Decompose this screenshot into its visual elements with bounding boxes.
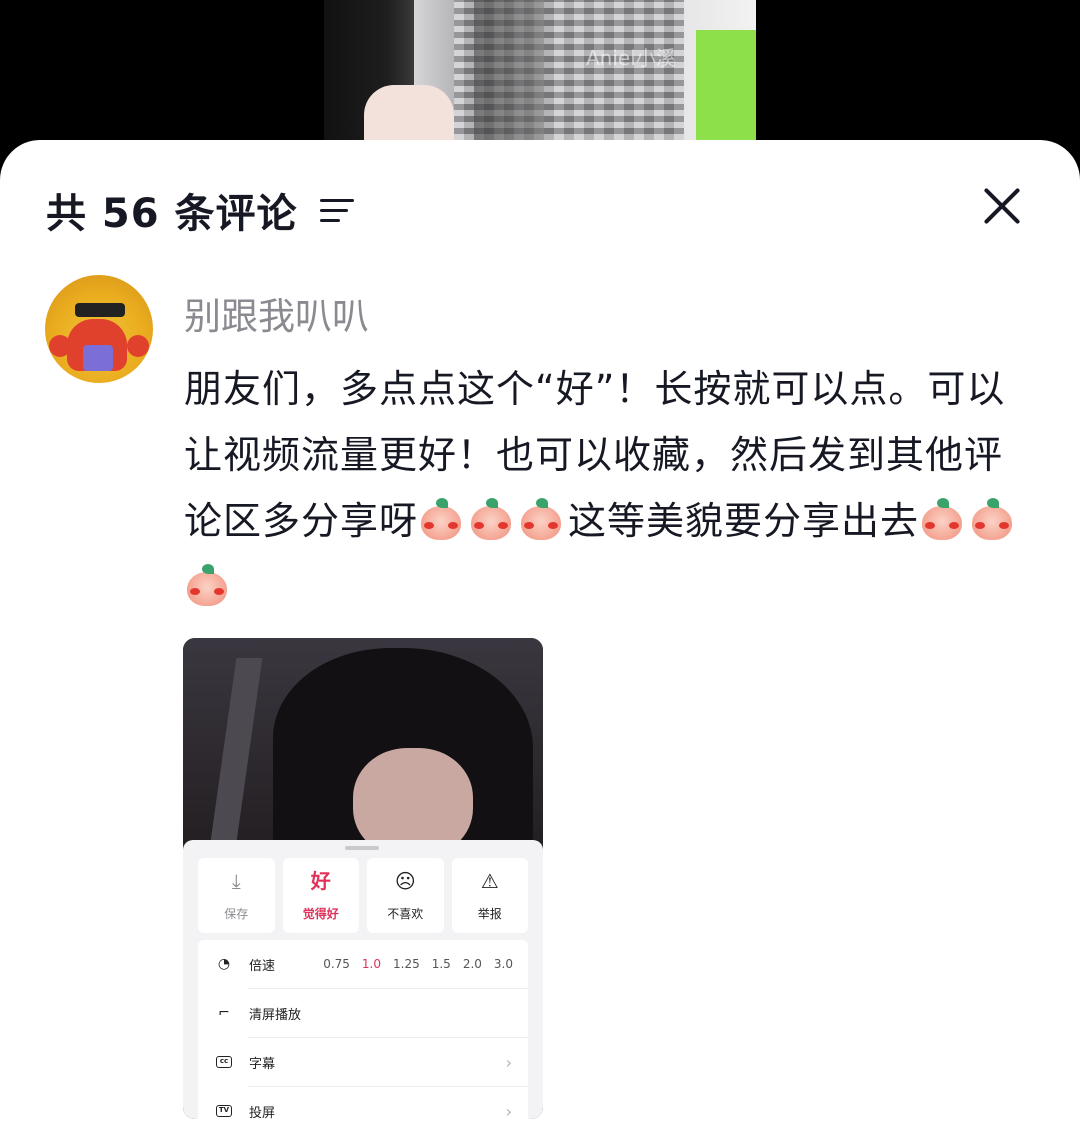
dislike-button: ☹ 不喜欢 [367,858,444,933]
blushing-peach-emoji [518,498,564,542]
action-row: ⤓ 保存 好 觉得好 ☹ 不喜欢 ⚠ 举报 [198,858,528,933]
comment-username[interactable]: 别跟我叭叭 [184,286,369,340]
cast-row: TV 投屏 › [198,1087,528,1119]
clear-screen-icon: ⌐ [218,1005,230,1021]
sort-icon[interactable] [319,195,354,225]
comment-text-part-2: 这等美貌要分享出去 [568,499,920,543]
attached-photo [183,638,543,858]
laughing-peach-emoji [184,564,230,608]
speed-gauge-icon: ◔ [217,956,231,972]
playback-settings-list: ◔ 倍速 0.75 1.0 1.25 1.5 2.0 3.0 ⌐ 清屏播放 cc… [198,940,528,1119]
attached-menu-panel: ⤓ 保存 好 觉得好 ☹ 不喜欢 ⚠ 举报 ◔ 倍速 0.75 1.0 1.25… [183,840,543,1119]
speed-option: 0.75 [323,957,350,971]
laughing-peach-emoji [969,498,1015,542]
clear-screen-row: ⌐ 清屏播放 [198,989,528,1037]
good-button: 好 觉得好 [282,858,359,933]
laughing-peach-emoji [919,498,965,542]
speed-options: 0.75 1.0 1.25 1.5 2.0 3.0 [323,957,513,971]
drag-handle [345,846,379,850]
blushing-peach-emoji [418,498,464,542]
save-button: ⤓ 保存 [198,858,275,933]
speed-option: 2.0 [462,957,482,971]
speed-option: 1.5 [431,957,451,971]
speed-row: ◔ 倍速 0.75 1.0 1.25 1.5 2.0 3.0 [198,940,528,988]
chevron-right-icon: › [505,1052,512,1072]
warning-icon: ⚠ [480,869,499,893]
close-icon[interactable] [982,186,1022,226]
cc-icon: cc [214,1052,234,1072]
speed-option: 3.0 [493,957,513,971]
comment-count-title: 共 56 条评论 [46,191,298,237]
comments-sheet: 共 56 条评论 别跟我叭叭 朋友们，多点点这个“好”！长按就可以点。可以让视频… [0,140,1080,1141]
avatar[interactable] [45,275,153,383]
comment-text[interactable]: 朋友们，多点点这个“好”！长按就可以点。可以让视频流量更好！也可以收藏，然后发到… [184,356,1034,620]
comment-attached-image[interactable]: ⤓ 保存 好 觉得好 ☹ 不喜欢 ⚠ 举报 ◔ 倍速 0.75 1.0 1.25… [183,638,543,1119]
speed-option: 1.25 [393,957,420,971]
chevron-right-icon: › [505,1101,512,1120]
tv-icon: TV [214,1101,234,1119]
video-watermark: Aniel小溪 [586,46,676,70]
blushing-peach-emoji [468,498,514,542]
dislike-face-icon: ☹ [394,869,416,893]
speed-option-active: 1.0 [361,957,381,971]
subtitles-row: cc 字幕 › [198,1038,528,1086]
good-icon: 好 [310,869,331,893]
video-player[interactable]: Aniel小溪 [0,0,1080,160]
download-icon: ⤓ [231,869,241,893]
video-frame: Aniel小溪 [324,0,756,160]
report-button: ⚠ 举报 [451,858,528,933]
comments-header: 共 56 条评论 [46,184,354,237]
